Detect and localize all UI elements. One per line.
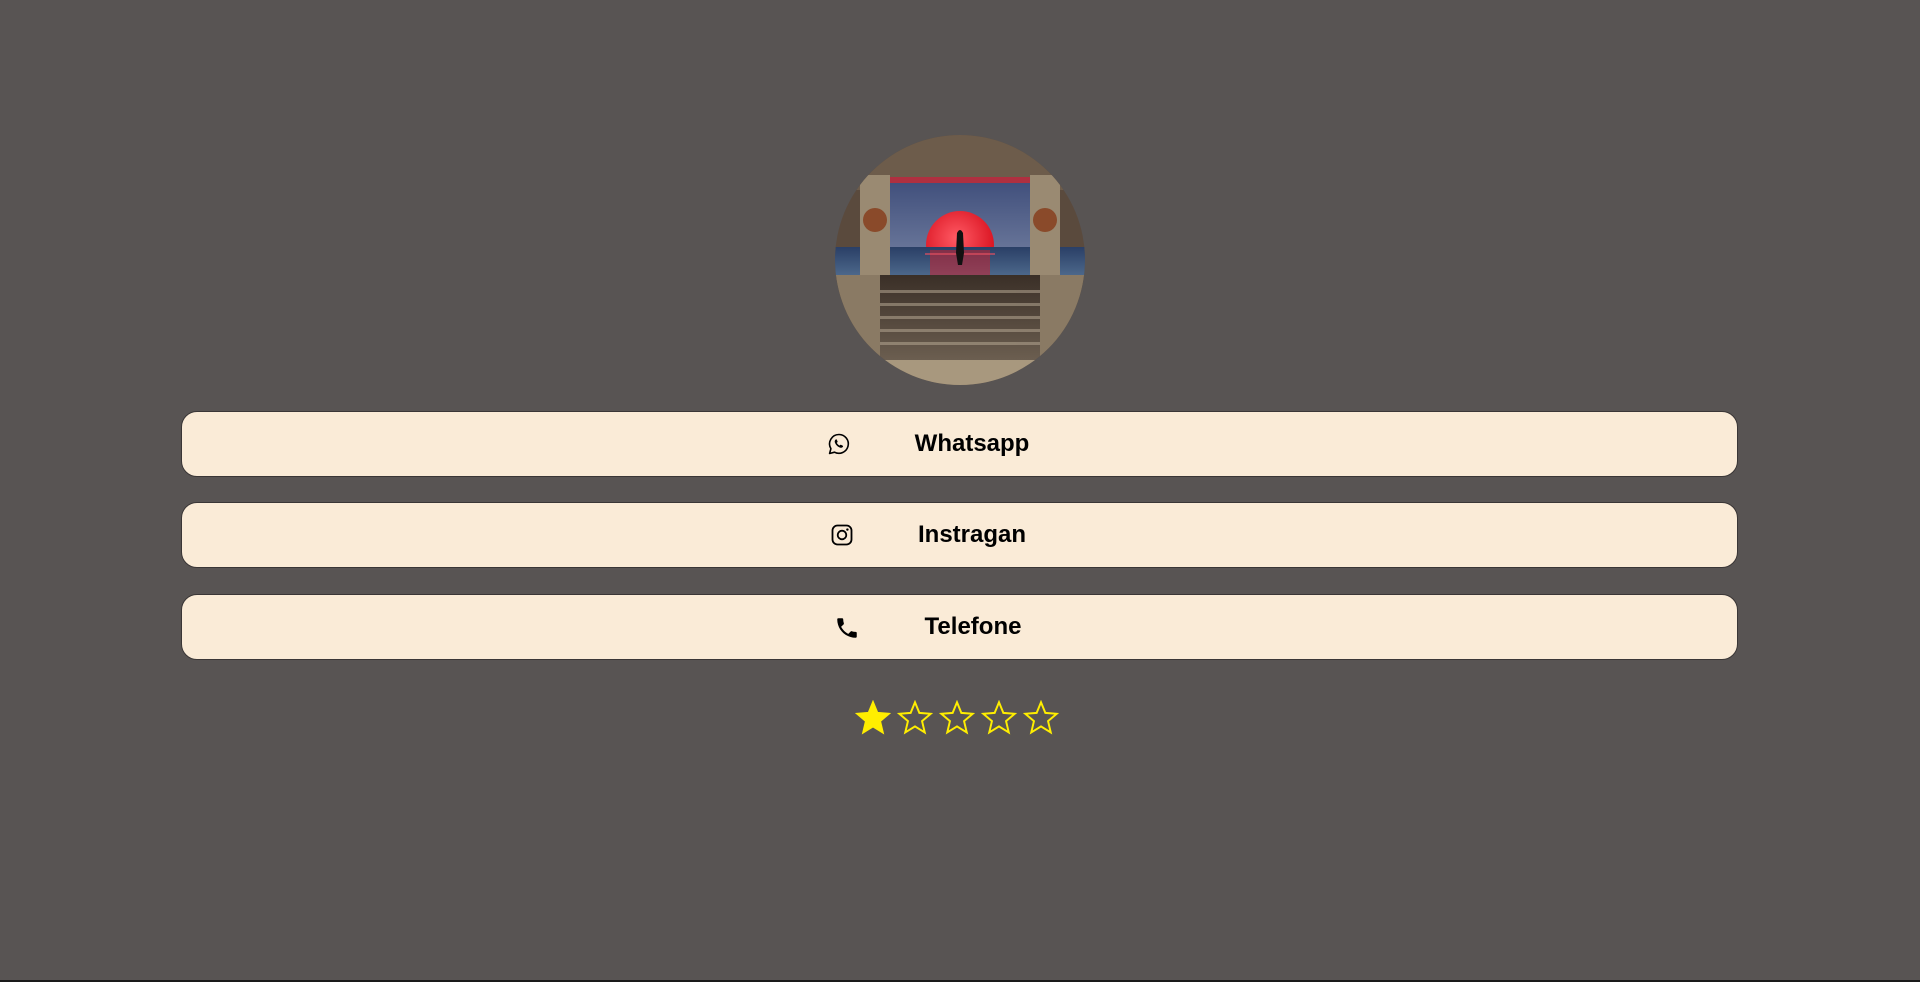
page: Whatsapp Instragan Telefone xyxy=(0,0,1920,982)
phone-icon xyxy=(834,615,858,639)
whatsapp-button[interactable]: Whatsapp xyxy=(181,411,1738,477)
telefone-label: Telefone xyxy=(924,613,1022,640)
star-empty-icon[interactable] xyxy=(939,700,975,736)
whatsapp-label: Whatsapp xyxy=(914,430,1030,457)
star-rating xyxy=(855,700,1059,736)
instagram-icon xyxy=(830,523,854,547)
instagram-label: Instragan xyxy=(917,521,1027,548)
profile-avatar xyxy=(835,135,1085,385)
telefone-button[interactable]: Telefone xyxy=(181,594,1738,660)
whatsapp-icon xyxy=(827,432,851,456)
avatar-image xyxy=(835,135,1085,385)
instagram-button[interactable]: Instragan xyxy=(181,502,1738,568)
star-empty-icon[interactable] xyxy=(981,700,1017,736)
star-empty-icon[interactable] xyxy=(1023,700,1059,736)
star-filled-icon[interactable] xyxy=(855,700,891,736)
star-empty-icon[interactable] xyxy=(897,700,933,736)
